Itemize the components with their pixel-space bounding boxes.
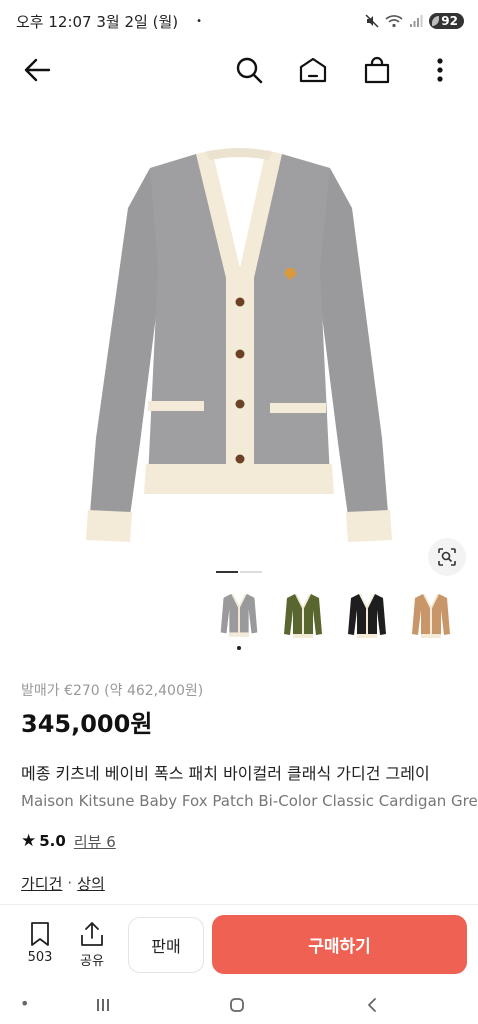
back-nav-icon[interactable]: [366, 997, 378, 1013]
signal-icon: [410, 15, 423, 27]
share-button[interactable]: 공유: [72, 921, 112, 969]
status-dot: •: [196, 15, 202, 27]
cart-button[interactable]: [361, 54, 393, 86]
category-link-top[interactable]: 상의: [77, 873, 105, 894]
shopping-bag-icon: [364, 56, 390, 84]
variant-grey[interactable]: [214, 590, 264, 650]
sell-button[interactable]: 판매: [128, 917, 204, 973]
status-bar: 오후 12:07 3월 2일 (월) • 92: [0, 0, 478, 42]
category-link-cardigan[interactable]: 가디건: [21, 873, 62, 894]
search-icon: [236, 57, 263, 84]
variant-grey-thumb: [220, 593, 258, 637]
status-time: 오후 12:07 3월 2일 (월): [16, 12, 179, 31]
reviews-link[interactable]: 리뷰 6: [74, 831, 116, 852]
home-icon: [299, 57, 327, 83]
product-image[interactable]: [0, 98, 478, 578]
category-breadcrumb: 가디건 · 상의: [21, 872, 478, 894]
product-price: 345,000원: [21, 710, 153, 738]
save-button[interactable]: 503: [20, 921, 60, 965]
product-info: 발매가 €270 (약 462,400원) 345,000원 메종 키츠네 베이…: [21, 680, 478, 894]
star-icon: ★: [21, 831, 37, 851]
image-search-button[interactable]: [428, 538, 466, 576]
wifi-icon: [385, 15, 403, 28]
back-arrow-icon: [24, 58, 51, 82]
share-label: 공유: [80, 954, 104, 969]
more-vertical-icon: [437, 58, 443, 82]
release-price: 발매가 €270 (약 462,400원): [21, 683, 204, 699]
variant-black[interactable]: [342, 590, 392, 650]
pager-inactive: [240, 571, 262, 573]
variant-black-thumb: [348, 594, 386, 638]
system-nav-bar: •: [0, 990, 478, 1024]
home-nav-icon[interactable]: [229, 997, 245, 1013]
bookmark-icon: [31, 922, 49, 946]
buy-button[interactable]: 구매하기: [212, 915, 467, 974]
recent-apps-icon[interactable]: [96, 998, 110, 1012]
lens-icon: [438, 548, 456, 566]
share-icon: [81, 922, 103, 946]
product-name-ko: 메종 키츠네 베이비 폭스 패치 바이컬러 클래식 가디건 그레이: [21, 764, 430, 783]
app-bar: [0, 44, 478, 96]
variant-camel-thumb: [412, 594, 450, 638]
battery-icon: 92: [429, 13, 464, 29]
home-button[interactable]: [297, 54, 329, 86]
bottom-action-bar: 503 공유 판매 구매하기: [0, 904, 478, 988]
pager-active: [216, 571, 238, 573]
back-button[interactable]: [21, 54, 53, 86]
color-variants: [214, 590, 478, 662]
save-count: 503: [27, 950, 53, 965]
rating-row: ★ 5.0 리뷰 6: [21, 830, 478, 852]
search-button[interactable]: [233, 54, 265, 86]
variant-selected-dot: [237, 646, 241, 650]
category-separator: ·: [67, 874, 73, 892]
product-name-en: Maison Kitsune Baby Fox Patch Bi-Color C…: [21, 792, 478, 810]
image-pager: [216, 571, 262, 573]
nav-dot-icon: •: [20, 994, 30, 1013]
variant-olive-thumb: [284, 594, 322, 638]
variant-camel[interactable]: [406, 590, 456, 650]
battery-level: 92: [441, 14, 458, 28]
rating-score: 5.0: [39, 832, 66, 850]
mute-icon: [365, 14, 379, 28]
variant-olive[interactable]: [278, 590, 328, 650]
more-button[interactable]: [424, 54, 456, 86]
